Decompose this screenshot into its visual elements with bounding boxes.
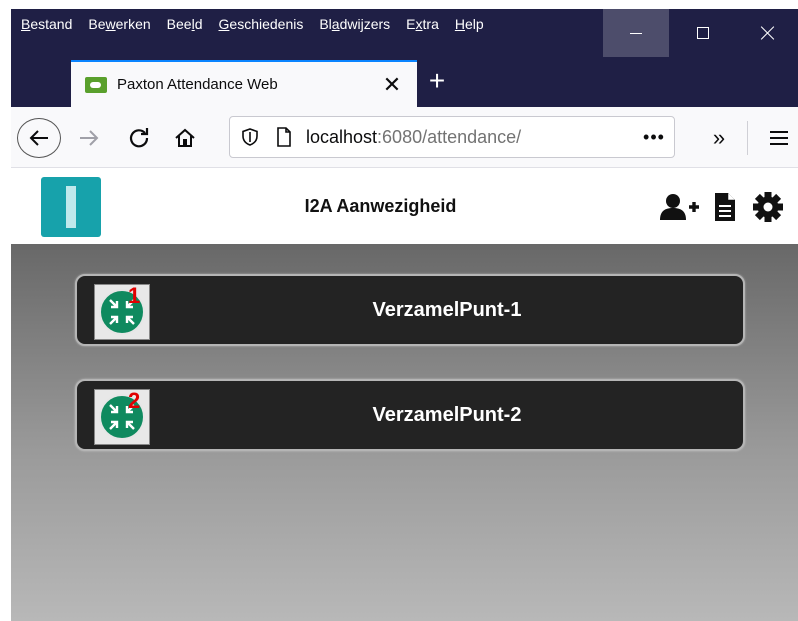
forward-button[interactable] — [71, 118, 107, 158]
overflow-menu-button[interactable]: » — [701, 118, 737, 158]
add-user-icon[interactable] — [659, 192, 701, 222]
reload-button[interactable] — [123, 118, 155, 158]
close-icon — [761, 26, 775, 40]
gear-icon[interactable] — [752, 192, 786, 222]
close-window-button[interactable] — [737, 9, 798, 57]
menu-bewerken[interactable]: Bewerken — [78, 16, 150, 32]
point-label: VerzamelPunt-2 — [372, 404, 522, 426]
favicon-icon — [85, 76, 107, 93]
app-header: I2A Aanwezigheid — [11, 168, 798, 244]
tab-title: Paxton Attendance Web — [117, 76, 278, 93]
back-button[interactable] — [17, 118, 61, 158]
url-text[interactable]: localhost:6080/attendance/ — [306, 127, 634, 148]
navigation-bar: localhost:6080/attendance/ ••• » — [11, 107, 798, 168]
new-tab-button[interactable]: + — [417, 61, 457, 105]
menu-bar: Bestand Bewerken Beeld Geschiedenis Blad… — [11, 9, 798, 57]
forward-arrow-icon — [80, 130, 99, 146]
toolbar-divider — [747, 121, 748, 155]
app-body: 1 VerzamelPunt-1 2 VerzamelPunt-2 — [11, 244, 798, 621]
minimize-button[interactable] — [603, 9, 669, 57]
page-info-icon[interactable] — [276, 127, 292, 147]
menu-items: Bestand Bewerken Beeld Geschiedenis Blad… — [11, 16, 490, 32]
assembly-point-button-2[interactable]: 2 VerzamelPunt-2 — [75, 379, 745, 451]
url-bar[interactable]: localhost:6080/attendance/ ••• — [229, 116, 675, 158]
hamburger-icon — [770, 131, 788, 145]
reload-icon — [129, 128, 149, 148]
menu-beeld[interactable]: Beeld — [157, 16, 203, 32]
menu-help[interactable]: Help — [445, 16, 484, 32]
menu-bladwijzers[interactable]: Bladwijzers — [309, 16, 390, 32]
document-icon[interactable] — [714, 192, 738, 222]
maximize-button[interactable] — [670, 9, 736, 57]
minimize-icon — [630, 32, 642, 34]
menu-bestand[interactable]: Bestand — [11, 16, 72, 32]
tab-paxton-attendance[interactable]: Paxton Attendance Web ✕ — [71, 60, 417, 107]
page-title: I2A Aanwezigheid — [304, 196, 457, 216]
back-arrow-icon — [29, 130, 48, 146]
page-actions-icon[interactable]: ••• — [634, 127, 674, 148]
home-button[interactable] — [169, 118, 201, 158]
assembly-point-button-1[interactable]: 1 VerzamelPunt-1 — [75, 274, 745, 346]
hamburger-menu-button[interactable] — [761, 118, 797, 158]
maximize-icon — [697, 27, 709, 39]
tab-strip: Paxton Attendance Web ✕ + — [11, 57, 798, 107]
tab-close-icon[interactable]: ✕ — [377, 72, 407, 98]
home-icon — [175, 128, 195, 147]
shield-icon[interactable] — [242, 127, 260, 147]
menu-extra[interactable]: Extra — [396, 16, 439, 32]
menu-geschiedenis[interactable]: Geschiedenis — [209, 16, 304, 32]
point-label: VerzamelPunt-1 — [372, 299, 522, 321]
